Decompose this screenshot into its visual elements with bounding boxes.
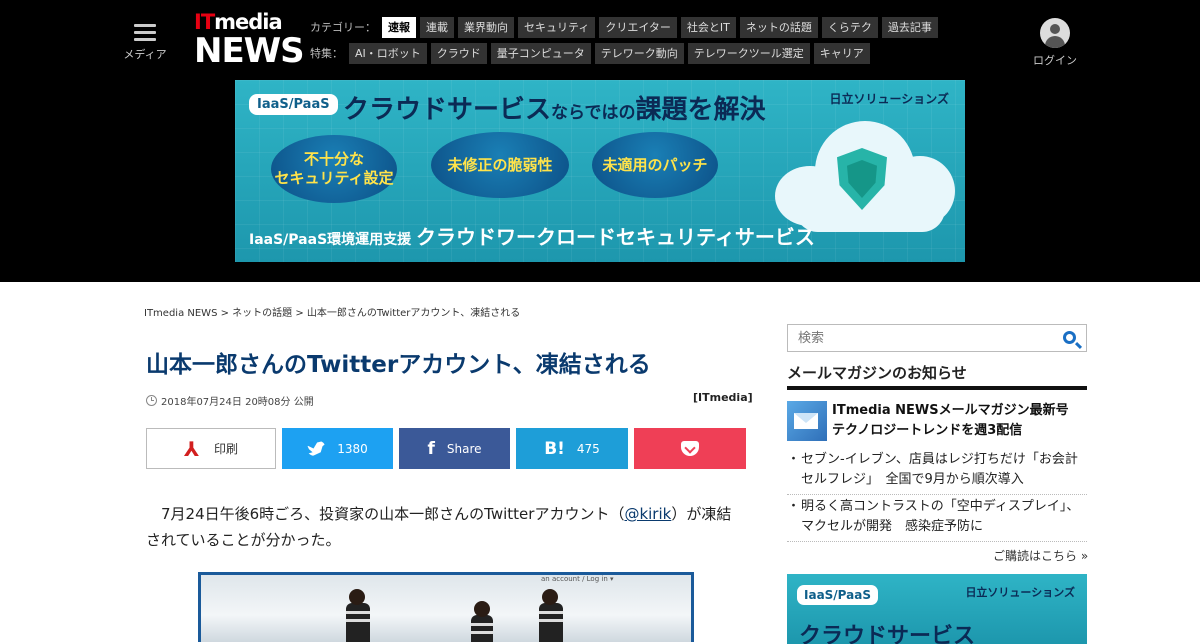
sidebar-ad-text: クラウドサービス (799, 624, 976, 644)
list-item[interactable]: 明るく高コントラストの「空中ディスプレイ」、マクセルが開発 感染症予防に (787, 495, 1087, 542)
mailmag-feature-text: ITmedia NEWSメールマガジン最新号 テクノロジートレンドを週3配信 (832, 403, 1069, 438)
article-body: 7月24日午後6時ごろ、投資家の山本一郎さんのTwitterアカウント（@kir… (146, 505, 732, 549)
nav-feature-career[interactable]: キャリア (813, 42, 870, 64)
print-label: 印刷 (213, 442, 238, 456)
child-figure (346, 589, 370, 642)
nav-feature-quantum[interactable]: 量子コンピュータ (490, 42, 591, 64)
category-nav: カテゴリー： 速報 連載 業界動向 セキュリティ クリエイター 社会とIT ネッ… (310, 16, 942, 38)
media-menu-label: メディア (123, 48, 167, 61)
clock-icon (146, 395, 157, 406)
login-label: ログイン (1033, 54, 1077, 67)
login-button[interactable]: ログイン (1030, 18, 1080, 68)
banner-bubble-settings: 不十分な セキュリティ設定 (271, 135, 397, 203)
breadcrumb[interactable]: ITmedia NEWS > ネットの話題 > 山本一郎さんのTwitterアカ… (144, 304, 520, 319)
nav-feature-telework-tools[interactable]: テレワークツール選定 (687, 42, 810, 64)
print-button[interactable]: 印刷 (146, 428, 276, 469)
photo-ui-text: an account / Log in ▾ (541, 575, 614, 583)
hamburger-icon (134, 24, 156, 42)
facebook-icon: f (427, 438, 435, 459)
twitter-count: 1380 (337, 441, 368, 456)
mailmag-heading: メールマガジンのお知らせ (787, 362, 1087, 390)
nav-category-kuratech[interactable]: くらテク (821, 16, 878, 38)
sidebar-ad-tag: IaaS/PaaS (797, 585, 878, 605)
child-figure (471, 601, 493, 642)
search-input[interactable] (788, 325, 1038, 351)
sidebar-ad-maker: 日立ソリューションズ (965, 586, 1075, 599)
publish-date-text: 2018年07月24日 20時08分 公開 (161, 397, 314, 408)
banner-tag: IaaS/PaaS (249, 94, 338, 115)
user-avatar-icon (1040, 18, 1070, 48)
nav-feature-cloud[interactable]: クラウド (430, 42, 487, 64)
nav-category-creator[interactable]: クリエイター (599, 16, 677, 38)
nav-category-breaking[interactable]: 速報 (382, 16, 416, 38)
feature-nav-label: 特集： (310, 47, 343, 60)
banner-headline: クラウドサービスならではの課題を解決 (343, 95, 766, 125)
page-title: 山本一郎さんのTwitterアカウント、凍結される (146, 352, 651, 378)
hatena-bookmark-button[interactable]: B! 475 (516, 428, 628, 469)
nav-feature-ai-robot[interactable]: AI・ロボット (349, 42, 427, 64)
nav-category-security[interactable]: セキュリティ (518, 16, 596, 38)
feature-nav: 特集： AI・ロボット クラウド 量子コンピュータ テレワーク動向 テレワークツ… (310, 42, 874, 64)
site-header: メディア ITmedia NEWS カテゴリー： 速報 連載 業界動向 セキュリ… (0, 0, 1200, 282)
pocket-button[interactable] (634, 428, 746, 469)
child-figure (539, 589, 563, 642)
banner-bottom-text: IaaS/PaaS環境運用支援 クラウドワークロードセキュリティサービス (249, 225, 815, 249)
banner-bubble-vuln: 未修正の脆弱性 (431, 132, 569, 198)
pocket-icon (681, 441, 699, 456)
banner-maker: 日立ソリューションズ (829, 92, 949, 106)
banner-bubble-patch: 未適用のパッチ (592, 132, 718, 198)
site-logo[interactable]: ITmedia NEWS (194, 12, 305, 69)
pdf-icon (184, 437, 202, 461)
article-photo[interactable]: an account / Log in ▾ (198, 572, 694, 642)
banner-ad[interactable]: IaaS/PaaS クラウドサービスならではの課題を解決 日立ソリューションズ … (235, 80, 965, 262)
hatena-icon: B! (544, 438, 565, 459)
nav-category-industry[interactable]: 業界動向 (458, 16, 514, 38)
nav-feature-telework-trend[interactable]: テレワーク動向 (594, 42, 684, 64)
sidebar-ad[interactable]: IaaS/PaaS 日立ソリューションズ クラウドサービス (787, 574, 1087, 644)
nav-category-archive[interactable]: 過去記事 (881, 16, 938, 38)
publish-date: 2018年07月24日 20時08分 公開 (146, 393, 314, 408)
search-box (787, 324, 1087, 352)
mailmag-list: セブン-イレブン、店員はレジ打ちだけ「お会計セルフレジ」 全国で9月から順次導入… (787, 448, 1087, 542)
article-source: [ITmedia] (693, 391, 753, 404)
facebook-label: Share (446, 441, 482, 456)
facebook-share-button[interactable]: f Share (399, 428, 510, 469)
list-item[interactable]: セブン-イレブン、店員はレジ打ちだけ「お会計セルフレジ」 全国で9月から順次導入 (787, 448, 1087, 495)
subscribe-link[interactable]: ご購読はこちら » (993, 547, 1088, 564)
twitter-share-button[interactable]: 1380 (282, 428, 393, 469)
category-nav-label: カテゴリー： (310, 21, 376, 34)
twitter-handle-link[interactable]: @kirik (624, 505, 671, 523)
search-icon[interactable] (1063, 331, 1076, 344)
twitter-icon (307, 441, 326, 456)
nav-category-society-it[interactable]: 社会とIT (680, 16, 736, 38)
nav-category-net-topics[interactable]: ネットの話題 (739, 16, 818, 38)
nav-category-series[interactable]: 連載 (420, 16, 454, 38)
mailmag-feature[interactable]: ITmedia NEWSメールマガジン最新号 テクノロジートレンドを週3配信 (787, 401, 1087, 441)
media-menu-button[interactable]: メディア (122, 22, 168, 62)
mail-icon (787, 401, 827, 441)
hatena-count: 475 (576, 441, 600, 456)
